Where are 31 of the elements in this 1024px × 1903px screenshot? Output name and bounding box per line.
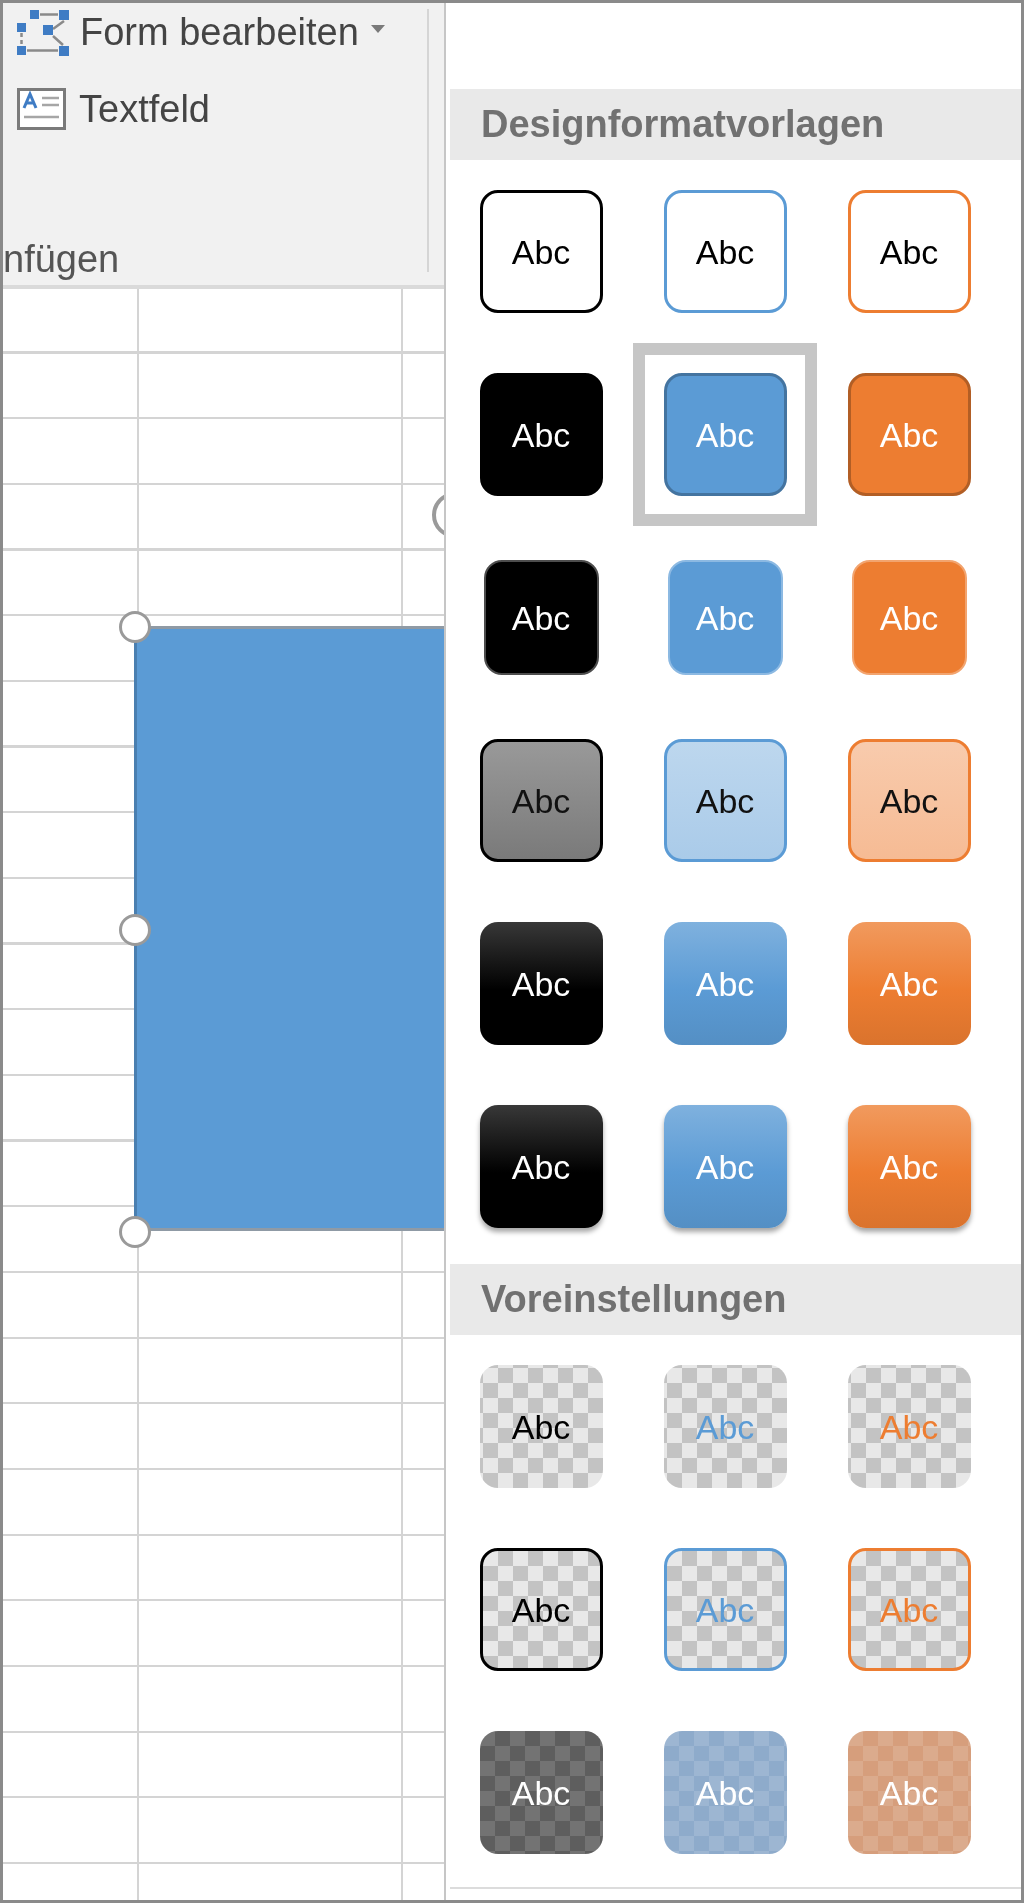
section-header: Voreinstellungen <box>450 1264 1021 1335</box>
style-tile[interactable]: Abc <box>479 739 603 862</box>
section-header: Designformatvorlagen <box>450 89 1021 160</box>
resize-handle-icon[interactable] <box>119 611 151 643</box>
style-tile[interactable]: Abc <box>847 190 971 313</box>
style-tile[interactable]: Abc <box>847 739 971 862</box>
text-box-icon <box>17 88 66 130</box>
style-tile[interactable]: Abc <box>663 373 787 496</box>
style-tile[interactable]: Abc <box>667 560 783 675</box>
style-tile[interactable]: Abc <box>851 560 967 675</box>
style-tile[interactable]: Abc <box>847 373 971 496</box>
style-tile[interactable]: Abc <box>663 739 787 862</box>
style-tile[interactable]: Abc <box>479 1105 603 1228</box>
style-tile[interactable]: Abc <box>847 922 971 1045</box>
resize-handle-icon[interactable] <box>119 914 151 946</box>
style-tile[interactable]: Abc <box>663 190 787 313</box>
style-tile[interactable]: Abc <box>479 922 603 1045</box>
style-tile[interactable]: Abc <box>483 560 599 675</box>
group-label: nfügen <box>3 237 120 281</box>
text-box-button[interactable]: Textfeld <box>14 83 212 135</box>
style-tile[interactable]: Abc <box>663 1105 787 1228</box>
style-tile[interactable]: Abc <box>479 1548 603 1671</box>
resize-handle-icon[interactable] <box>119 1216 151 1248</box>
style-tile[interactable]: Abc <box>479 373 603 496</box>
style-tile[interactable]: Abc <box>663 922 787 1045</box>
shape-points-icon <box>16 8 70 56</box>
style-tile[interactable]: Abc <box>479 190 603 313</box>
style-tile[interactable]: Abc <box>479 1365 603 1488</box>
edit-shape-button[interactable]: Form bearbeiten <box>14 6 387 58</box>
style-tile[interactable]: Abc <box>847 1105 971 1228</box>
style-tile[interactable]: Abc <box>479 1731 603 1854</box>
